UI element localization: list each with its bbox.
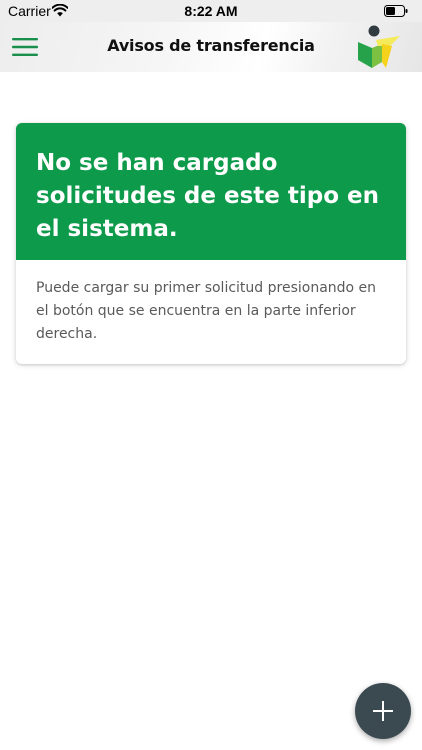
- battery-icon: [384, 5, 408, 17]
- empty-state-title: No se han cargado solicitudes de este ti…: [36, 150, 379, 242]
- status-time: 8:22 AM: [184, 3, 238, 19]
- empty-state-card: No se han cargado solicitudes de este ti…: [16, 123, 406, 364]
- empty-state-header: No se han cargado solicitudes de este ti…: [16, 123, 406, 260]
- empty-state-message: Puede cargar su primer solicitud presion…: [36, 280, 377, 342]
- add-request-button[interactable]: [355, 683, 411, 739]
- nav-bar: Avisos de transferencia: [0, 22, 422, 72]
- status-bar: Carrier 8:22 AM: [0, 0, 422, 22]
- app-logo-icon: [358, 25, 400, 68]
- plus-icon: [373, 701, 393, 721]
